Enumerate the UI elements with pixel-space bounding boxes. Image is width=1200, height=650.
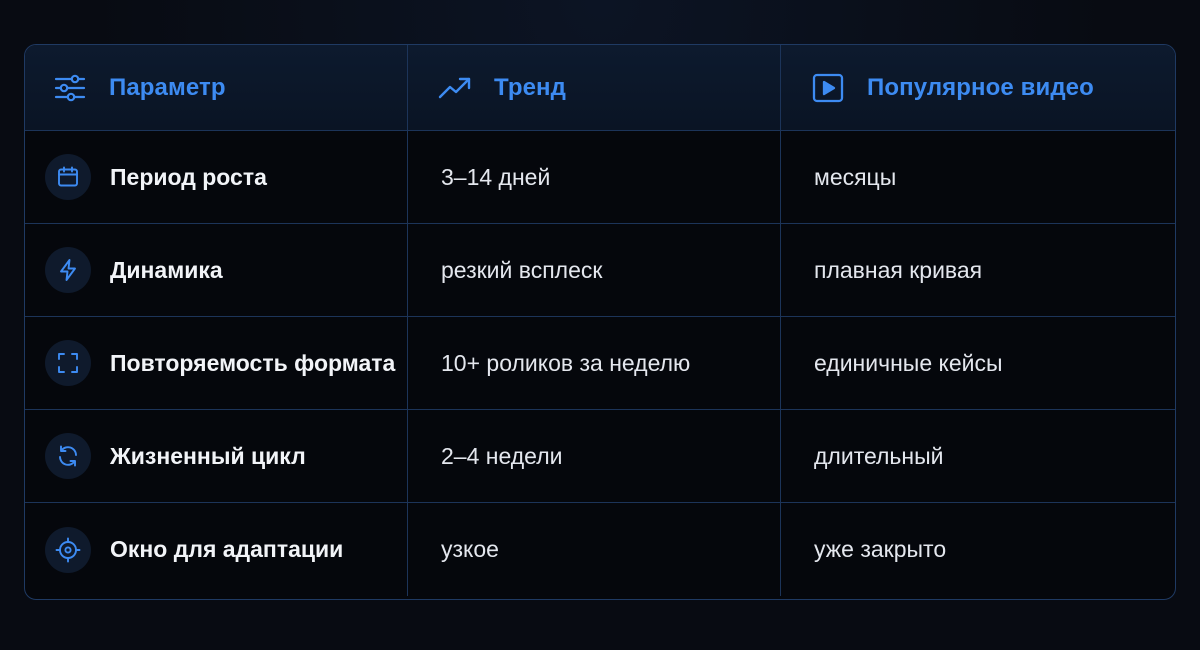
table-row: Динамика резкий всплеск плавная кривая — [25, 224, 1175, 317]
trending-up-icon — [438, 71, 472, 105]
popular-value: плавная кривая — [814, 256, 983, 283]
trend-value: узкое — [441, 536, 499, 562]
param-cell: Окно для адаптации — [25, 503, 408, 596]
param-label: Динамика — [110, 256, 223, 283]
comparison-table: Параметр Тренд Популярное видео Период р… — [24, 44, 1176, 600]
calendar-icon — [45, 154, 91, 200]
header-label-popular: Популярное видео — [867, 73, 1094, 101]
param-label: Период роста — [110, 163, 267, 190]
param-label: Повторяемость формата — [110, 349, 396, 376]
trend-cell: 3–14 дней — [408, 131, 781, 223]
header-cell-popular: Популярное видео — [781, 45, 1175, 130]
header-cell-param: Параметр — [25, 45, 408, 130]
trend-value: 3–14 дней — [441, 163, 551, 190]
trend-cell: узкое — [408, 503, 781, 596]
param-label: Окно для адаптации — [110, 536, 344, 562]
header-label-trend: Тренд — [494, 73, 566, 101]
param-cell: Повторяемость формата — [25, 317, 408, 409]
table-row: Окно для адаптации узкое уже закрыто — [25, 503, 1175, 596]
popular-cell: месяцы — [781, 131, 1175, 223]
table-row: Повторяемость формата 10+ роликов за нед… — [25, 317, 1175, 410]
trend-cell: 2–4 недели — [408, 410, 781, 502]
frame-corners-icon — [45, 340, 91, 386]
popular-value: месяцы — [814, 163, 897, 190]
sliders-icon — [53, 71, 87, 105]
param-cell: Период роста — [25, 131, 408, 223]
param-cell: Динамика — [25, 224, 408, 316]
trend-value: резкий всплеск — [441, 256, 603, 283]
crosshair-icon — [45, 526, 91, 573]
popular-cell: уже закрыто — [781, 503, 1175, 596]
popular-cell: единичные кейсы — [781, 317, 1175, 409]
table-row: Период роста 3–14 дней месяцы — [25, 131, 1175, 224]
trend-value: 2–4 недели — [441, 442, 563, 469]
popular-cell: плавная кривая — [781, 224, 1175, 316]
param-cell: Жизненный цикл — [25, 410, 408, 502]
popular-cell: длительный — [781, 410, 1175, 502]
trend-cell: резкий всплеск — [408, 224, 781, 316]
param-label: Жизненный цикл — [110, 442, 306, 469]
page: Параметр Тренд Популярное видео Период р… — [0, 0, 1200, 650]
refresh-icon — [45, 433, 91, 479]
header-cell-trend: Тренд — [408, 45, 781, 130]
header-label-param: Параметр — [109, 73, 226, 101]
popular-value: единичные кейсы — [814, 349, 1003, 376]
popular-value: длительный — [814, 442, 944, 469]
play-square-icon — [811, 71, 845, 105]
table-header: Параметр Тренд Популярное видео — [25, 45, 1175, 131]
table-row: Жизненный цикл 2–4 недели длительный — [25, 410, 1175, 503]
trend-value: 10+ роликов за неделю — [441, 349, 691, 376]
lightning-icon — [45, 247, 91, 293]
trend-cell: 10+ роликов за неделю — [408, 317, 781, 409]
popular-value: уже закрыто — [814, 536, 947, 562]
